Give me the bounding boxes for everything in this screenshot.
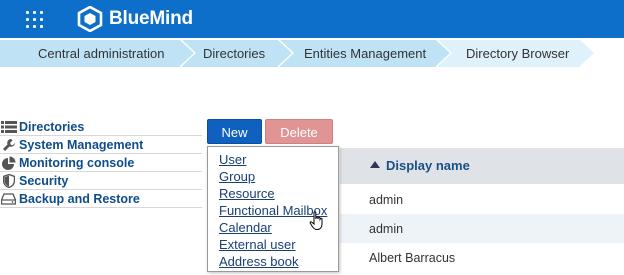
cell-display-name: admin xyxy=(369,222,404,236)
shield-icon xyxy=(0,173,17,188)
menu-item-address-book[interactable]: Address book xyxy=(219,254,299,269)
grid-header: Display name xyxy=(340,148,624,184)
new-dropdown-menu: User Group Resource Functional Mailbox C… xyxy=(207,146,339,272)
menu-item-external-user[interactable]: External user xyxy=(219,237,296,252)
breadcrumb-label: Central administration xyxy=(38,46,165,61)
nav-item-system-management[interactable]: System Management xyxy=(0,136,202,154)
nav-item-label: Directories xyxy=(19,119,85,134)
column-header-display-name[interactable]: Display name xyxy=(386,158,470,173)
sort-ascending-icon[interactable] xyxy=(370,161,380,168)
pie-chart-icon xyxy=(0,156,17,170)
table-row[interactable]: admin xyxy=(340,185,624,214)
table-row[interactable]: admin xyxy=(340,214,624,243)
app-logo[interactable]: BlueMind xyxy=(77,6,193,32)
nav-item-monitoring-console[interactable]: Monitoring console xyxy=(0,154,202,172)
delete-button[interactable]: Delete xyxy=(265,119,333,144)
nav-item-label: Backup and Restore xyxy=(19,191,140,206)
breadcrumb-entities-management[interactable]: Entities Management xyxy=(280,40,452,67)
drive-icon xyxy=(0,192,17,206)
top-bar: BlueMind xyxy=(0,0,624,38)
nav-item-label: Security xyxy=(19,173,69,188)
breadcrumb-label: Directory Browser xyxy=(466,46,570,61)
table-row[interactable]: Albert Barracus xyxy=(340,243,624,272)
bluemind-logo-icon xyxy=(77,6,103,32)
new-button[interactable]: New xyxy=(207,119,262,144)
breadcrumb-label: Entities Management xyxy=(304,46,427,61)
hand-cursor-icon xyxy=(309,211,323,230)
nav-item-directories[interactable]: Directories xyxy=(0,118,202,136)
breadcrumb-label: Directories xyxy=(203,46,266,61)
nav-item-security[interactable]: Security xyxy=(0,172,202,190)
menu-item-user[interactable]: User xyxy=(219,152,246,167)
breadcrumb-directories[interactable]: Directories xyxy=(182,40,294,67)
nav-item-backup-and-restore[interactable]: Backup and Restore xyxy=(0,190,202,208)
cell-display-name: Albert Barracus xyxy=(369,251,456,265)
menu-item-calendar[interactable]: Calendar xyxy=(219,220,272,235)
breadcrumb-directory-browser: Directory Browser xyxy=(438,40,594,67)
menu-item-resource[interactable]: Resource xyxy=(219,186,275,201)
nav-item-label: Monitoring console xyxy=(19,155,135,170)
wrench-icon xyxy=(0,138,17,152)
apps-grid-icon[interactable] xyxy=(26,11,44,29)
nav-item-label: System Management xyxy=(19,137,144,152)
breadcrumb-central-administration[interactable]: Central administration xyxy=(0,40,196,67)
cell-display-name: admin xyxy=(369,193,404,207)
list-icon xyxy=(0,120,17,134)
left-nav: Directories System Management Monitoring… xyxy=(0,118,202,208)
app-name: BlueMind xyxy=(109,8,193,29)
breadcrumb: Central administration Directories Entit… xyxy=(0,40,624,67)
menu-item-group[interactable]: Group xyxy=(219,169,255,184)
